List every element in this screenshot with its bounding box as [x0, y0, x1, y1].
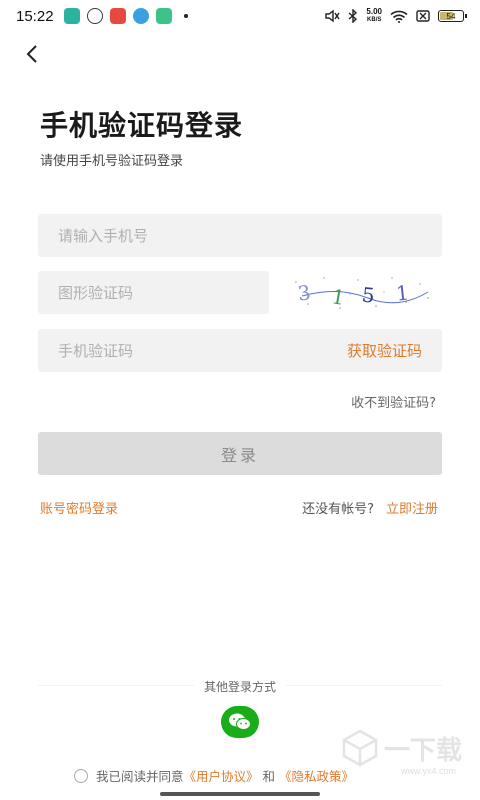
no-code-link[interactable]: 收不到验证码?	[351, 392, 436, 411]
status-time: 15:22	[16, 7, 54, 25]
other-login-title: 其他登录方式	[0, 678, 480, 695]
captcha-char-2: 1	[330, 284, 347, 310]
phone-input[interactable]	[58, 226, 422, 245]
page-subtitle: 请使用手机号验证码登录	[40, 154, 184, 169]
watermark-cube-icon	[342, 729, 378, 767]
watermark: 一下载	[340, 728, 462, 768]
battery-level: 54	[446, 11, 456, 21]
login-button[interactable]: 登录	[38, 432, 442, 475]
no-account-text: 还没有帐号?	[302, 502, 374, 517]
captcha-char-3: 5	[361, 282, 376, 307]
status-app-icons	[63, 8, 172, 24]
user-agreement-link[interactable]: 《用户协议》	[184, 766, 259, 785]
get-code-button[interactable]: 获取验证码	[347, 340, 422, 361]
sim-off-icon	[416, 10, 430, 22]
password-login-link[interactable]: 账号密码登录	[40, 498, 118, 517]
agreement-row: 我已阅读并同意 《用户协议》 和 《隐私政策》	[74, 766, 354, 785]
privacy-policy-link[interactable]: 《隐私政策》	[279, 766, 354, 785]
notification-dot-icon	[183, 14, 188, 18]
register-row: 还没有帐号? 立即注册	[302, 498, 438, 517]
app-chat-icon	[86, 8, 103, 24]
agree-checkbox[interactable]	[74, 768, 88, 783]
phone-field[interactable]	[38, 214, 442, 257]
app-video-icon	[109, 8, 126, 24]
battery-icon: 54	[438, 10, 467, 22]
watermark-url: www.yx4.com	[400, 766, 456, 776]
watermark-text: 一下载	[383, 735, 462, 766]
net-speed: 5.00 KB/S	[366, 7, 382, 24]
home-indicator[interactable]	[160, 792, 320, 796]
app-browser-icon	[132, 8, 149, 24]
mute-icon	[325, 9, 341, 23]
status-right: 5.00 KB/S 54	[324, 7, 467, 24]
captcha-image[interactable]: 3 1 5 1	[288, 272, 436, 314]
page-title: 手机验证码登录	[40, 109, 244, 142]
back-button[interactable]	[16, 38, 48, 70]
captcha-input[interactable]	[58, 283, 249, 302]
agreement-and: 和	[262, 769, 276, 784]
app-shield-icon	[63, 8, 80, 24]
chevron-left-icon	[26, 45, 37, 63]
status-bar: 15:22 5.00 KB/S 54	[0, 0, 480, 32]
captcha-char-4: 1	[395, 280, 410, 305]
sms-code-input[interactable]	[58, 341, 347, 360]
agreement-prefix: 我已阅读并同意	[96, 769, 184, 784]
captcha-char-1: 3	[296, 280, 312, 306]
wifi-icon	[390, 10, 408, 23]
wechat-login-button[interactable]	[221, 706, 259, 738]
sms-code-field[interactable]: 获取验证码	[38, 329, 442, 372]
wechat-icon	[229, 713, 251, 730]
app-store-icon	[155, 8, 172, 24]
register-link[interactable]: 立即注册	[386, 498, 438, 517]
captcha-field[interactable]	[38, 271, 269, 314]
bluetooth-icon	[348, 9, 358, 23]
